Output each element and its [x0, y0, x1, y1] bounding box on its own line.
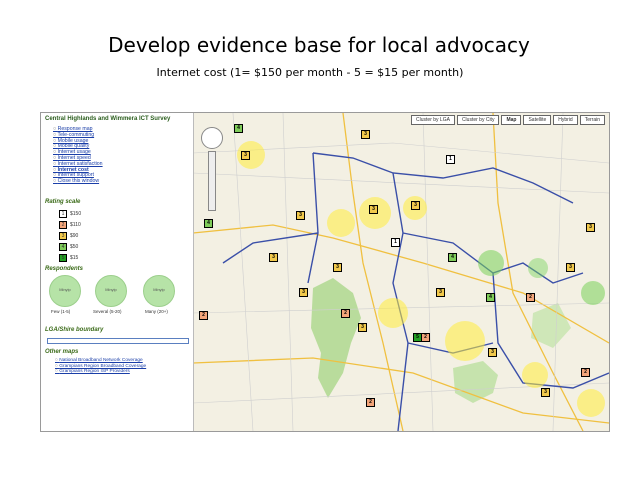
survey-nav: Response map Tele-commuting Mobile usage… — [53, 126, 103, 185]
map-marker[interactable]: 3 — [411, 201, 420, 210]
terrain-button[interactable]: Terrain — [579, 115, 605, 125]
rating-row: 3 $90 — [59, 231, 79, 240]
rating-row: 1 $150 — [59, 209, 82, 218]
map-marker[interactable]: 4 — [204, 219, 213, 228]
map-marker[interactable]: 3 — [369, 205, 378, 214]
satellite-button[interactable]: Satellite — [523, 115, 552, 125]
link-nbn-coverage[interactable]: National Broadband Network Coverage — [55, 358, 146, 364]
respondent-label: Many (20+) — [145, 309, 168, 314]
map-marker[interactable]: 1 — [391, 238, 400, 247]
rating-swatch: 2 — [59, 220, 67, 229]
rating-row: 5 $15 — [59, 253, 79, 262]
map-marker[interactable]: 3 — [586, 223, 595, 232]
other-maps-heading: Other maps — [45, 349, 79, 355]
map-marker[interactable]: 3 — [541, 388, 550, 397]
respondent-label: Several (5-20) — [93, 309, 122, 314]
link-isp-providers[interactable]: Grampians Region ISP Providers — [55, 369, 146, 375]
map-marker[interactable]: 2 — [366, 398, 375, 407]
respondents-heading: Respondents — [45, 266, 84, 272]
nav-close-window[interactable]: Close this window — [53, 178, 103, 185]
map-marker[interactable]: 4 — [234, 124, 243, 133]
map-marker[interactable]: 5 — [413, 333, 422, 342]
hybrid-button[interactable]: Hybrid — [553, 115, 578, 125]
respondent-bubble-many: Minyip — [143, 275, 175, 307]
map-marker[interactable]: 3 — [358, 323, 367, 332]
map-marker[interactable]: 3 — [488, 348, 497, 357]
map-marker[interactable]: 2 — [581, 368, 590, 377]
rating-swatch: 4 — [59, 242, 67, 251]
map-marker[interactable]: 4 — [448, 253, 457, 262]
respondent-bubble-few: Minyip — [49, 275, 81, 307]
map-screenshot: Cluster by LGA Cluster by City Map Satel… — [40, 112, 610, 432]
rating-row: 2 $110 — [59, 220, 81, 229]
map-marker[interactable]: 3 — [296, 211, 305, 220]
rating-row: 4 $50 — [59, 242, 79, 251]
map-marker[interactable]: 3 — [361, 130, 370, 139]
rating-label: $150 — [70, 210, 82, 217]
map-marker[interactable]: 1 — [446, 155, 455, 164]
map-canvas[interactable] — [193, 113, 609, 431]
map-marker[interactable]: 3 — [269, 253, 278, 262]
respondent-label: Few (1-5) — [51, 309, 71, 314]
rating-swatch: 1 — [59, 209, 67, 218]
map-button[interactable]: Map — [501, 115, 522, 125]
map-marker[interactable]: 3 — [436, 288, 445, 297]
rating-label: $90 — [70, 232, 79, 239]
slide-subtitle: Internet cost (1= $150 per month - 5 = $… — [156, 66, 464, 79]
rating-label: $15 — [70, 254, 79, 261]
lga-boundary-swatch — [47, 338, 189, 344]
respondent-bubble-several: Minyip — [95, 275, 127, 307]
map-marker[interactable]: 3 — [333, 263, 342, 272]
map-marker[interactable]: 3 — [299, 288, 308, 297]
survey-title: Central Highlands and Wimmera ICT Survey — [45, 116, 171, 122]
map-marker[interactable]: 4 — [486, 293, 495, 302]
rating-label: $50 — [70, 243, 79, 250]
rating-swatch: 5 — [59, 253, 67, 262]
rating-label: $110 — [70, 221, 81, 228]
rating-heading: Rating scale — [45, 199, 81, 205]
pan-control[interactable] — [201, 127, 223, 149]
map-marker[interactable]: 3 — [566, 263, 575, 272]
survey-sidebar: Central Highlands and Wimmera ICT Survey… — [41, 113, 194, 431]
zoom-slider[interactable] — [208, 151, 216, 211]
map-marker[interactable]: 2 — [526, 293, 535, 302]
map-marker[interactable]: 2 — [341, 309, 350, 318]
rating-swatch: 3 — [59, 231, 67, 240]
map-marker[interactable]: 3 — [241, 151, 250, 160]
map-marker[interactable]: 2 — [421, 333, 430, 342]
other-maps-list: National Broadband Network Coverage Gram… — [55, 358, 146, 375]
map-marker[interactable]: 2 — [199, 311, 208, 320]
lga-heading: LGA/Shire boundary — [45, 327, 104, 333]
cluster-by-city-button[interactable]: Cluster by City — [456, 115, 500, 125]
slide-title: Develop evidence base for local advocacy — [108, 33, 530, 57]
map-type-toolbar: Cluster by LGA Cluster by City Map Satel… — [411, 115, 605, 125]
cluster-by-lga-button[interactable]: Cluster by LGA — [411, 115, 455, 125]
